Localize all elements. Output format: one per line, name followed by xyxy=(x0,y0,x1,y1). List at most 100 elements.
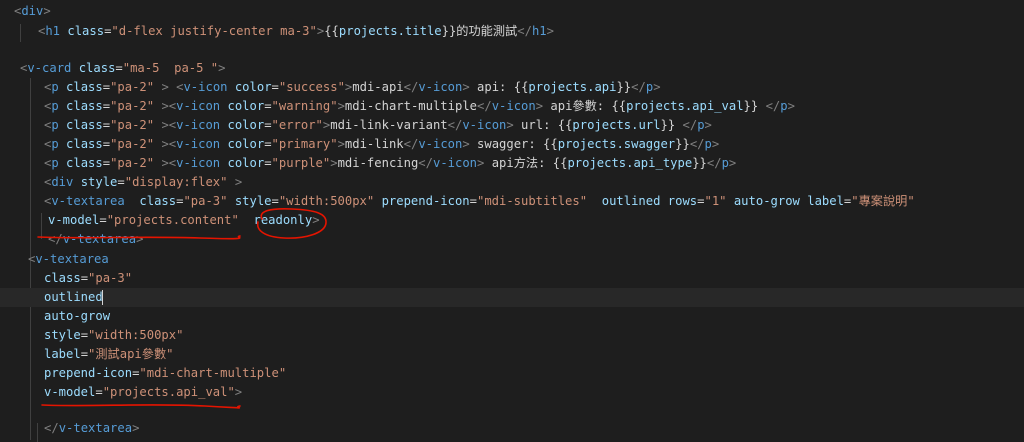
code-token: style xyxy=(234,194,272,208)
code-token: > xyxy=(506,118,514,132)
code-token: class xyxy=(78,61,116,75)
code-text: v-model="projects.content" readonly> xyxy=(48,211,320,230)
code-token: }} xyxy=(692,156,707,170)
code-token: > xyxy=(653,80,661,94)
code-line[interactable]: <v-textarea class="pa-3" style="width:50… xyxy=(0,192,1000,211)
code-text: label="測試api參數" xyxy=(44,345,173,364)
code-token: > xyxy=(218,61,226,75)
code-token: api: {{ xyxy=(469,80,529,94)
code-line[interactable]: <p class="pa-2" ><v-icon color="purple">… xyxy=(0,154,1000,173)
code-line[interactable]: v-model="projects.content" readonly> xyxy=(0,211,1000,230)
code-token: > xyxy=(312,213,320,227)
code-line[interactable]: <div> xyxy=(0,2,1000,21)
code-token: "projects.content" xyxy=(106,213,239,227)
code-line[interactable]: </v-textarea> xyxy=(0,419,1000,438)
code-token: }} xyxy=(616,80,632,94)
code-token: swagger: {{ xyxy=(469,137,558,151)
code-line[interactable]: style="width:500px" xyxy=(0,326,1000,345)
code-text: <p class="pa-2" ><v-icon color="primary"… xyxy=(44,135,719,154)
code-token: = xyxy=(80,347,89,361)
code-token: color xyxy=(227,156,265,170)
code-token: v-icon xyxy=(183,80,228,94)
code-line[interactable]: </v-textarea> xyxy=(0,230,1000,249)
code-token: </ xyxy=(44,421,59,435)
code-token: projects.api_type xyxy=(567,156,693,170)
code-token: style xyxy=(80,175,118,189)
code-line[interactable]: <v-card class="ma-5 pa-5 "> xyxy=(0,59,1000,78)
code-token: p xyxy=(51,156,59,170)
code-token: "purple" xyxy=(271,156,331,170)
code-text: outlined xyxy=(44,288,103,307)
code-token: projects.url xyxy=(572,118,661,132)
code-token: "pa-2" xyxy=(110,118,155,132)
code-line[interactable]: outlined xyxy=(0,288,1024,307)
code-line[interactable]: class="pa-3" xyxy=(0,269,1000,288)
code-token: class xyxy=(67,24,105,38)
code-text: <v-card class="ma-5 pa-5 "> xyxy=(20,59,225,78)
code-token: label xyxy=(807,194,844,208)
code-token: = xyxy=(80,271,89,285)
code-line[interactable]: label="測試api參數" xyxy=(0,345,1000,364)
code-token: class xyxy=(66,118,103,132)
code-token: v-icon xyxy=(176,156,221,170)
code-text: style="width:500px" xyxy=(44,326,183,345)
code-line[interactable]: auto-grow xyxy=(0,307,1000,326)
code-token: "mdi-chart-multiple" xyxy=(139,366,287,380)
code-token: projects.api_val xyxy=(626,99,744,113)
code-line[interactable]: <div style="display:flex" > xyxy=(0,173,1000,192)
code-token: > xyxy=(161,80,169,94)
code-line[interactable]: <v-textarea xyxy=(0,250,1000,269)
code-token: color xyxy=(227,137,265,151)
code-token: "error" xyxy=(271,118,323,132)
code-token: "primary" xyxy=(271,137,338,151)
code-text: v-model="projects.api_val"> xyxy=(44,383,242,402)
code-token: projects.title xyxy=(338,24,442,38)
code-token: v-model xyxy=(48,213,100,227)
code-token: "pa-2" xyxy=(110,156,155,170)
code-token: mdi-link-variant xyxy=(330,118,448,132)
code-token: prepend-icon xyxy=(381,194,470,208)
code-token: > xyxy=(132,421,140,435)
code-text: <v-textarea xyxy=(28,250,109,269)
code-line[interactable]: <p class="pa-2" ><v-icon color="warning"… xyxy=(0,97,1000,116)
code-token: class xyxy=(66,137,103,151)
code-token: > xyxy=(535,99,544,113)
code-token: projects.swagger xyxy=(557,137,676,151)
code-line[interactable]: <p class="pa-2" ><v-icon color="error">m… xyxy=(0,116,1000,135)
code-token: color xyxy=(227,118,265,132)
code-token: </ xyxy=(631,80,646,94)
code-token: > xyxy=(462,137,470,151)
code-token: > xyxy=(787,99,795,113)
code-token: api方法: {{ xyxy=(484,156,568,170)
code-token: color xyxy=(234,80,272,94)
code-text: prepend-icon="mdi-chart-multiple" xyxy=(44,364,286,383)
code-token: p xyxy=(721,156,729,170)
code-token: mdi-chart-multiple xyxy=(344,99,477,113)
code-token: auto-grow xyxy=(733,194,800,208)
code-line[interactable]: prepend-icon="mdi-chart-multiple" xyxy=(0,364,1000,383)
code-editor[interactable]: <div> <h1 class="d-flex justify-center ma… xyxy=(0,0,1024,442)
code-line[interactable]: v-model="projects.api_val"> xyxy=(0,383,1000,402)
code-token: "測試api參數" xyxy=(88,347,174,361)
code-token: }}的功能測試 xyxy=(441,24,518,38)
code-token: > xyxy=(330,156,338,170)
code-token: > xyxy=(234,385,243,399)
code-token: = xyxy=(99,213,107,227)
code-text: auto-grow xyxy=(44,307,110,326)
code-line[interactable]: <p class="pa-2" > <v-icon color="success… xyxy=(0,78,1000,97)
code-token: "pa-2" xyxy=(110,99,155,113)
code-text: <p class="pa-2" ><v-icon color="error">m… xyxy=(44,116,712,135)
code-line[interactable]: <p class="pa-2" ><v-icon color="primary"… xyxy=(0,135,1000,154)
code-token: = xyxy=(95,385,103,399)
code-token: </ xyxy=(48,232,63,246)
code-token: class xyxy=(139,194,177,208)
code-token: v-card xyxy=(27,61,72,75)
code-text: </v-textarea> xyxy=(48,230,143,249)
code-line[interactable]: <h1 class="d-flex justify-center ma-3">{… xyxy=(0,22,1000,41)
code-token: "mdi-subtitles" xyxy=(476,194,588,208)
